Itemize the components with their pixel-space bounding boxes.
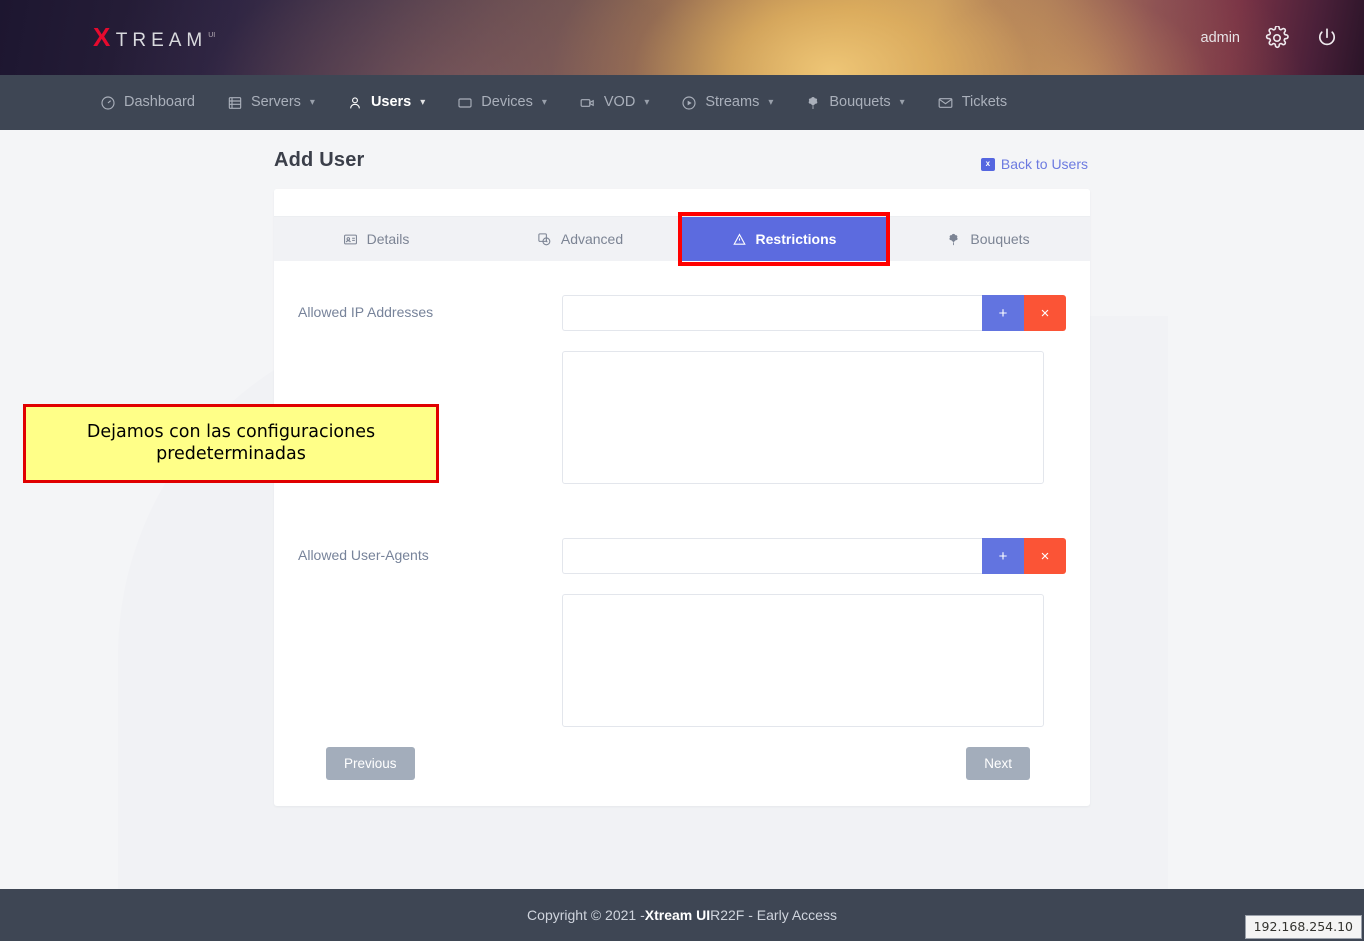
page-title: Add User bbox=[274, 149, 365, 171]
chevron-down-icon: ▾ bbox=[420, 97, 426, 108]
allowed-ip-list-textarea[interactable] bbox=[562, 351, 1044, 484]
current-user-label: admin bbox=[1200, 29, 1241, 46]
ip-address-tooltip: 192.168.254.10 bbox=[1244, 915, 1362, 939]
clear-allowed-ip-button[interactable]: × bbox=[1024, 295, 1066, 331]
back-to-users-link[interactable]: x Back to Users bbox=[980, 156, 1088, 172]
allowed-user-agent-input[interactable] bbox=[562, 538, 982, 574]
field-row-allowed-ip: Allowed IP Addresses + × bbox=[298, 295, 1066, 331]
tab-label: Advanced bbox=[560, 231, 624, 247]
brand-logo[interactable]: X TREAM UI bbox=[93, 24, 215, 50]
field-control: + × bbox=[562, 295, 1066, 331]
nav-label: Servers bbox=[250, 94, 301, 111]
logo-x-mark: X bbox=[93, 22, 114, 52]
nav-label: Bouquets bbox=[829, 94, 891, 111]
details-icon bbox=[343, 234, 357, 244]
clear-allowed-user-agent-button[interactable]: × bbox=[1024, 538, 1066, 574]
page-header: Add User x Back to Users bbox=[274, 149, 1090, 172]
nav-label: Users bbox=[370, 94, 412, 111]
tab-bouquets[interactable]: Bouquets bbox=[886, 217, 1090, 261]
chevron-down-icon: ▾ bbox=[899, 97, 905, 108]
allowed-ip-input[interactable] bbox=[562, 295, 982, 331]
chevron-down-icon: ▾ bbox=[644, 97, 650, 108]
field-label: Allowed IP Addresses bbox=[298, 304, 434, 320]
nav-label: Devices bbox=[481, 94, 533, 111]
logo-wordmark: TREAM bbox=[115, 30, 208, 51]
chevron-down-icon: ▾ bbox=[768, 97, 774, 108]
previous-button[interactable]: Previous bbox=[326, 747, 415, 780]
gear-icon[interactable] bbox=[1264, 25, 1290, 51]
page-footer: Copyright © 2021 - Xtream UI R22F - Earl… bbox=[0, 889, 1364, 941]
tab-label: Details bbox=[366, 231, 410, 247]
nav-item-vod[interactable]: VOD ▾ bbox=[563, 75, 665, 130]
field-control: + × bbox=[562, 538, 1066, 574]
main-content: Add User x Back to Users Details Advance… bbox=[0, 130, 1364, 889]
copyright-suffix: R22F - Early Access bbox=[710, 907, 837, 923]
annotation-note: Dejamos con las configuraciones predeter… bbox=[23, 404, 439, 483]
power-icon[interactable] bbox=[1314, 25, 1340, 51]
servers-icon bbox=[228, 96, 242, 109]
nav-item-streams[interactable]: Streams ▾ bbox=[665, 75, 789, 130]
bouquet-icon bbox=[809, 96, 818, 109]
app-root: X TREAM UI admin Dashboard Servers ▾ Use… bbox=[0, 0, 1364, 941]
chevron-down-icon: ▾ bbox=[541, 97, 547, 108]
label-spacer bbox=[298, 594, 562, 727]
add-allowed-user-agent-button[interactable]: + bbox=[982, 538, 1024, 574]
user-icon bbox=[350, 96, 360, 108]
nav-label: Dashboard bbox=[124, 94, 195, 111]
input-group-allowed-ip: + × bbox=[562, 295, 1066, 331]
advanced-icon bbox=[538, 232, 551, 245]
tab-label: Bouquets bbox=[970, 231, 1030, 247]
nav-item-users[interactable]: Users ▾ bbox=[331, 75, 441, 139]
back-arrow-icon: x bbox=[980, 157, 995, 171]
device-icon bbox=[458, 97, 472, 108]
wizard-tabs: Details Advanced Restrictions Bouquets bbox=[274, 212, 1090, 266]
bouquet-icon bbox=[949, 233, 958, 245]
tab-label: Restrictions bbox=[755, 231, 837, 247]
tab-advanced[interactable]: Advanced bbox=[478, 217, 682, 261]
back-link-label: Back to Users bbox=[1000, 156, 1088, 172]
header-actions: admin bbox=[1201, 0, 1341, 75]
chevron-down-icon: ▾ bbox=[309, 97, 315, 108]
nav-item-servers[interactable]: Servers ▾ bbox=[211, 75, 331, 130]
copyright-prefix: Copyright © 2021 - bbox=[527, 907, 645, 923]
warning-icon bbox=[732, 232, 746, 245]
video-icon bbox=[580, 98, 594, 107]
top-header: X TREAM UI admin bbox=[0, 0, 1364, 75]
add-allowed-ip-button[interactable]: + bbox=[982, 295, 1024, 331]
play-icon bbox=[682, 95, 696, 110]
main-navigation: Dashboard Servers ▾ Users ▾ Devices ▾ VO… bbox=[0, 75, 1364, 139]
nav-item-devices[interactable]: Devices ▾ bbox=[441, 75, 563, 130]
tab-restrictions[interactable]: Restrictions bbox=[678, 212, 890, 266]
annotation-note-text: Dejamos con las configuraciones predeter… bbox=[86, 421, 376, 464]
footer-brand: Xtream UI bbox=[644, 907, 711, 923]
allowed-user-agent-list-textarea[interactable] bbox=[562, 594, 1044, 727]
field-row-allowed-user-agents: Allowed User-Agents + × bbox=[298, 538, 1066, 574]
logo-superscript: UI bbox=[208, 32, 216, 39]
wizard-navigation: Previous Next bbox=[298, 733, 1044, 780]
nav-item-tickets[interactable]: Tickets bbox=[921, 75, 1023, 130]
add-user-card: Details Advanced Restrictions Bouquets A… bbox=[274, 189, 1090, 806]
nav-label: Streams bbox=[705, 94, 760, 111]
card-top-spacer bbox=[274, 189, 1090, 216]
dashboard-icon bbox=[101, 95, 115, 110]
restrictions-form: Allowed IP Addresses + × Allowed User-Ag… bbox=[274, 261, 1090, 780]
textarea-row-allowed-user-agents bbox=[298, 594, 1044, 727]
tab-details[interactable]: Details bbox=[274, 217, 478, 261]
nav-item-bouquets[interactable]: Bouquets ▾ bbox=[789, 75, 920, 130]
mail-icon bbox=[938, 97, 953, 108]
nav-label: VOD bbox=[603, 94, 636, 111]
nav-item-dashboard[interactable]: Dashboard bbox=[84, 75, 211, 130]
input-group-allowed-user-agents: + × bbox=[562, 538, 1066, 574]
next-button[interactable]: Next bbox=[966, 747, 1030, 780]
field-label: Allowed User-Agents bbox=[298, 547, 429, 563]
nav-label: Tickets bbox=[961, 94, 1008, 111]
